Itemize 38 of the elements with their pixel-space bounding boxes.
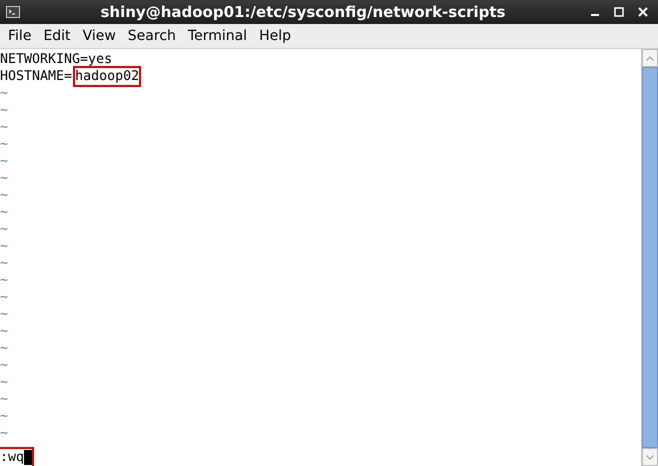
caret-up-icon	[646, 56, 654, 60]
empty-line-marker: ~	[0, 306, 8, 323]
empty-line-marker: ~	[0, 289, 8, 306]
command-line[interactable]: :wq	[0, 449, 32, 466]
empty-line-marker: ~	[0, 323, 8, 340]
empty-line-marker: ~	[0, 255, 8, 272]
empty-line-marker: ~	[0, 374, 8, 391]
menu-item[interactable]: View	[76, 26, 122, 46]
window-title: shiny@hadoop01:/etc/sysconfig/network-scripts	[100, 3, 506, 21]
empty-line-marker: ~	[0, 136, 8, 153]
empty-line-marker: ~	[0, 170, 8, 187]
empty-line-marker: ~	[0, 340, 8, 357]
empty-line-marker: ~	[0, 408, 8, 425]
maximize-icon[interactable]	[614, 7, 624, 17]
empty-line-marker: ~	[0, 391, 8, 408]
empty-line-marker: ~	[0, 85, 8, 102]
highlighted-text: hadoop02	[75, 68, 140, 85]
empty-line-marker: ~	[0, 272, 8, 289]
empty-line-marker: ~	[0, 221, 8, 238]
menu-item[interactable]: Search	[122, 26, 182, 46]
empty-line-marker: ~	[0, 153, 8, 170]
empty-line-marker: ~	[0, 425, 8, 442]
terminal-text: HOSTNAME=	[0, 68, 72, 85]
scrollbar-thumb[interactable]	[642, 67, 658, 448]
terminal-icon	[6, 6, 20, 18]
empty-line-marker: ~	[0, 119, 8, 136]
menu-item[interactable]: Help	[253, 26, 297, 46]
empty-line-marker: ~	[0, 357, 8, 374]
menu-item[interactable]: Edit	[37, 26, 77, 46]
empty-line-marker: ~	[0, 238, 8, 255]
empty-line-marker: ~	[0, 204, 8, 221]
menu-item[interactable]: File	[2, 26, 38, 46]
empty-line-marker: ~	[0, 187, 8, 204]
empty-line-marker: ~	[0, 102, 8, 119]
terminal-text: NETWORKING=yes	[0, 51, 112, 68]
caret-down-icon	[646, 454, 654, 460]
menu-item[interactable]: Terminal	[182, 26, 254, 46]
close-icon[interactable]	[638, 7, 648, 17]
